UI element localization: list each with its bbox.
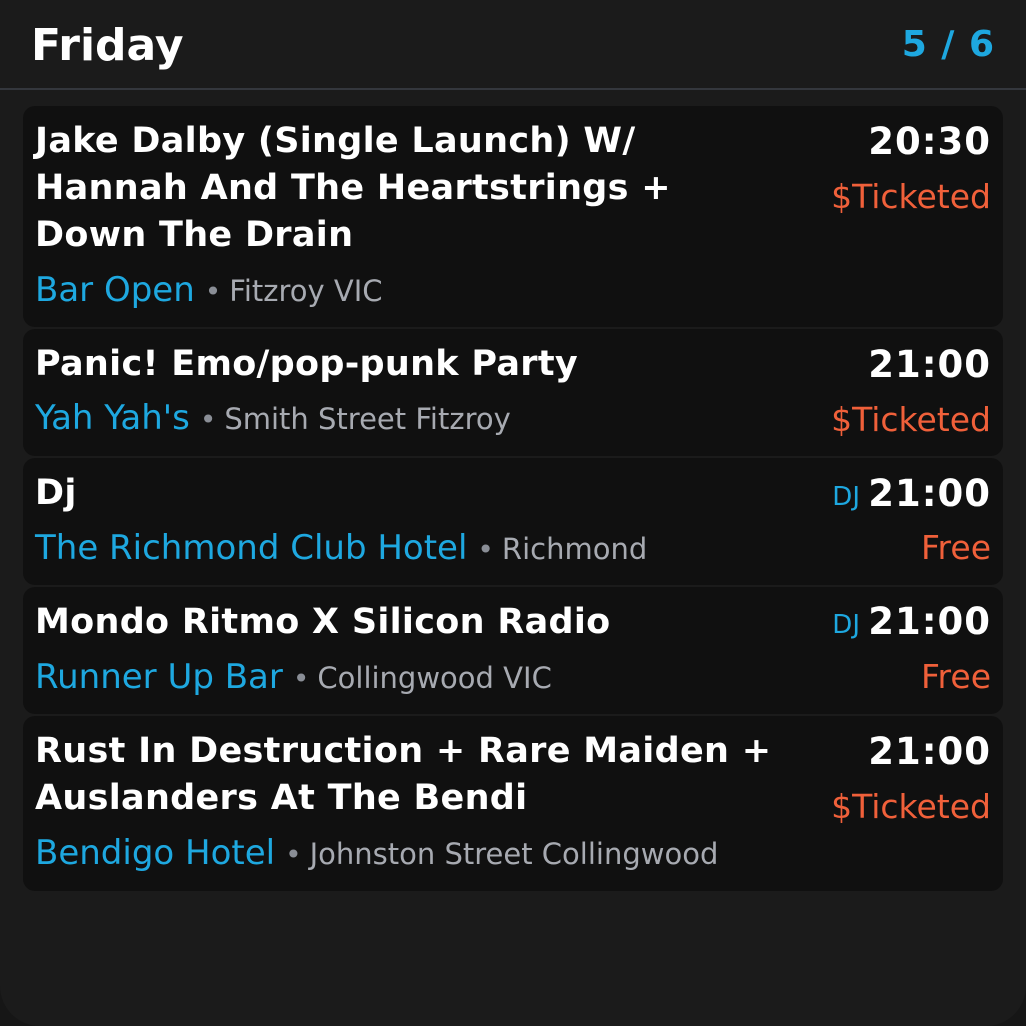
event-time: 20:30 [868,120,991,163]
venue-name[interactable]: The Richmond Club Hotel [35,528,467,568]
separator-dot: • [204,275,222,308]
event-price: $Ticketed [831,400,991,439]
event-list: Jake Dalby (Single Launch) W/ Hannah And… [23,106,1003,893]
venue-name[interactable]: Bar Open [35,270,195,310]
event-card[interactable]: Rust In Destruction + Rare Maiden + Ausl… [23,716,1003,891]
event-price: Free [920,528,991,567]
event-card[interactable]: Panic! Emo/pop-punk Party Yah Yah's • Smit… [23,329,1003,456]
venue-location: Fitzroy VIC [229,274,383,308]
separator-dot: • [285,838,302,871]
event-card[interactable]: Dj The Richmond Club Hotel • Richmond DJ 2… [23,458,1003,585]
event-price: $Ticketed [831,787,991,826]
venue-name[interactable]: Yah Yah's [35,398,190,438]
event-title: Rust In Destruction + Rare Maiden + Ausl… [35,731,772,818]
day-title: Friday [31,20,184,71]
event-title: Mondo Ritmo X Silicon Radio [35,602,611,642]
event-time: 21:00 [868,472,991,515]
event-title: Panic! Emo/pop-punk Party [35,344,579,384]
venue-name[interactable]: Runner Up Bar [35,657,283,697]
dj-tag: DJ [832,610,860,640]
separator-dot: • [199,403,217,436]
venue-name[interactable]: Bendigo Hotel [35,833,275,873]
venue-line: Runner Up Bar • Collingwood VIC [35,656,552,700]
header: Friday 5 / 6 [0,0,1026,90]
dj-tag: DJ [832,482,860,512]
event-list-screen: Friday 5 / 6 Jake Dalby (Single Launch) … [0,0,1026,1026]
event-price: Free [920,657,991,696]
event-time: 21:00 [868,600,991,643]
venue-line: Bar Open • Fitzroy VIC [35,269,383,313]
event-price: $Ticketed [831,177,991,216]
separator-dot: • [477,533,494,566]
event-card[interactable]: Mondo Ritmo X Silicon Radio Runner Up Ba… [23,587,1003,714]
event-title: Dj [35,473,77,513]
venue-location: Collingwood VIC [317,661,552,695]
event-card[interactable]: Jake Dalby (Single Launch) W/ Hannah And… [23,106,1003,327]
event-title: Jake Dalby (Single Launch) W/ Hannah And… [35,121,671,255]
venue-line: Yah Yah's • Smith Street Fitzroy [35,397,511,441]
venue-location: Johnston Street Collingwood [309,837,719,871]
venue-location: Smith Street Fitzroy [224,402,511,436]
venue-line: The Richmond Club Hotel • Richmond [35,527,647,571]
venue-location: Richmond [501,532,648,566]
separator-dot: • [292,662,310,695]
page-indicator: 5 / 6 [901,24,995,65]
event-time: 21:00 [868,730,991,773]
venue-line: Bendigo Hotel • Johnston Street Collingwoo… [35,832,718,876]
event-time: 21:00 [868,343,991,386]
